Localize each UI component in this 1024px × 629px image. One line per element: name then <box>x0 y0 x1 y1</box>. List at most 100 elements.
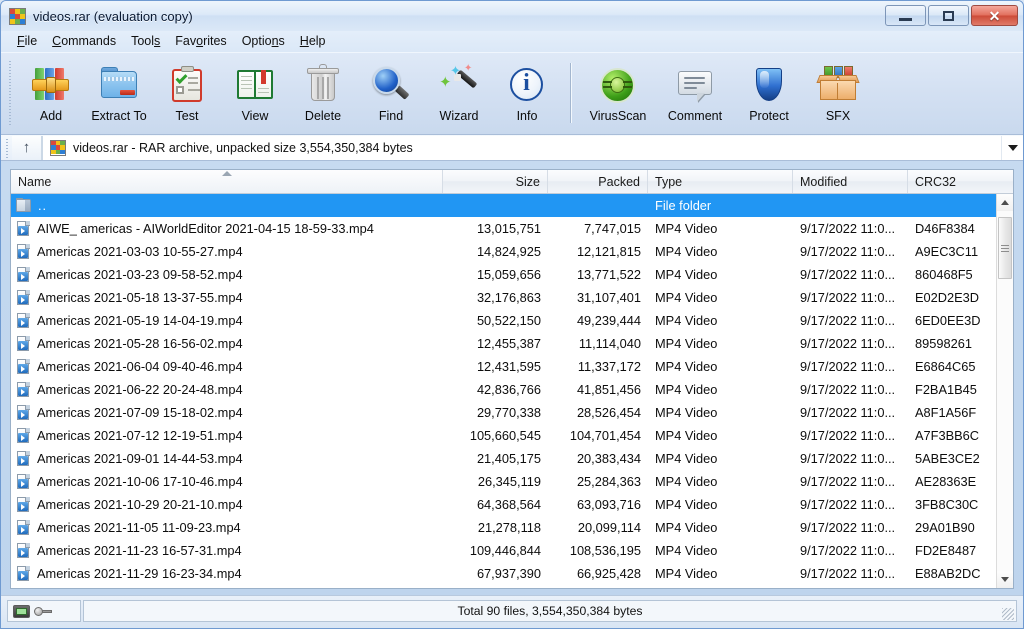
winrar-books-icon <box>9 7 26 25</box>
cell-name: AIWE_ americas - AIWorldEditor 2021-04-1… <box>11 220 443 237</box>
table-row[interactable]: Americas 2021-11-29 16-23-34.mp4 67,937,3… <box>11 562 1013 585</box>
cell-modified: 9/17/2022 11:0... <box>800 428 896 443</box>
column-header-type-label: Type <box>655 174 683 189</box>
column-header-type[interactable]: Type <box>648 170 793 193</box>
toolbar-find-button[interactable]: Find <box>357 59 425 131</box>
cell-size: 12,455,387 <box>476 336 541 351</box>
cell-packed: 11,337,172 <box>577 359 641 374</box>
table-row[interactable]: Americas 2021-05-19 14-04-19.mp4 50,522,1… <box>11 309 1013 332</box>
address-dropdown-button[interactable] <box>1001 135 1023 160</box>
table-row[interactable]: Americas 2021-05-28 16-56-02.mp4 12,455,3… <box>11 332 1013 355</box>
cell-name: Americas 2021-03-23 09-58-52.mp4 <box>11 266 443 283</box>
file-name-text: Americas 2021-11-05 11-09-23.mp4 <box>37 520 241 535</box>
table-row[interactable]: .. File folder <box>11 194 1013 217</box>
table-row[interactable]: Americas 2021-06-04 09-40-46.mp4 12,431,5… <box>11 355 1013 378</box>
table-row[interactable]: Americas 2021-03-03 10-55-27.mp4 14,824,9… <box>11 240 1013 263</box>
column-header-packed[interactable]: Packed <box>548 170 648 193</box>
menu-favorites[interactable]: Favorites <box>168 33 234 50</box>
up-one-level-button[interactable]: ↑ <box>12 135 42 160</box>
toolbar-view-button[interactable]: View <box>221 59 289 131</box>
cell-size: 21,278,118 <box>477 520 541 535</box>
table-row[interactable]: Americas 2021-11-23 16-57-31.mp4 109,446,… <box>11 539 1013 562</box>
toolbar-test-button[interactable]: Test <box>153 59 221 131</box>
status-total-text: Total 90 files, 3,554,350,384 bytes <box>457 604 643 618</box>
column-header-crc32-label: CRC32 <box>915 174 956 189</box>
resize-grip-icon[interactable] <box>1002 608 1014 620</box>
table-row[interactable]: Americas 2021-09-01 14-44-53.mp4 21,405,1… <box>11 447 1013 470</box>
menu-tools[interactable]: Tools <box>124 33 168 50</box>
cell-size: 21,405,175 <box>476 451 541 466</box>
menu-help[interactable]: Help <box>293 33 334 50</box>
toolbar-wizard-button[interactable]: ✦ ✦ ✦ Wizard <box>425 59 493 131</box>
cell-packed: 49,239,444 <box>576 313 641 328</box>
close-button[interactable]: ✕ <box>971 5 1018 26</box>
scrollbar-thumb[interactable] <box>998 217 1012 279</box>
cell-packed: 20,099,114 <box>577 520 641 535</box>
mp4-file-icon <box>16 243 31 260</box>
comment-bubble-icon <box>674 64 716 106</box>
table-row[interactable]: Americas 2021-10-06 17-10-46.mp4 26,345,1… <box>11 470 1013 493</box>
toolbar-virusscan-label: VirusScan <box>589 109 647 123</box>
address-bar: ↑ videos.rar - RAR archive, unpacked siz… <box>1 135 1023 161</box>
cell-size: 109,446,844 <box>469 543 541 558</box>
column-header-size[interactable]: Size <box>443 170 548 193</box>
toolbar-sfx-button[interactable]: SFX <box>804 59 872 131</box>
column-header-crc32[interactable]: CRC32 <box>908 170 1005 193</box>
key-icon[interactable] <box>34 604 52 618</box>
toolbar-extract-to-button[interactable]: Extract To <box>85 59 153 131</box>
cell-name: .. <box>11 198 443 213</box>
table-row[interactable]: Americas 2021-03-23 09-58-52.mp4 15,059,6… <box>11 263 1013 286</box>
table-row[interactable]: Americas 2021-05-18 13-37-55.mp4 32,176,8… <box>11 286 1013 309</box>
table-row[interactable]: Americas 2021-06-22 20-24-48.mp4 42,836,7… <box>11 378 1013 401</box>
toolbar-protect-button[interactable]: Protect <box>734 59 804 131</box>
add-archive-icon <box>30 64 72 106</box>
table-row[interactable]: AIWE_ americas - AIWorldEditor 2021-04-1… <box>11 217 1013 240</box>
cell-modified: 9/17/2022 11:0... <box>800 543 896 558</box>
table-row[interactable]: Americas 2021-10-29 20-21-10.mp4 64,368,5… <box>11 493 1013 516</box>
address-bar-grip[interactable] <box>4 137 10 158</box>
menu-file[interactable]: File <box>10 33 45 50</box>
scroll-up-button[interactable] <box>997 194 1013 211</box>
status-bar: Total 90 files, 3,554,350,384 bytes <box>1 595 1023 628</box>
file-list: Name Size Packed Type Modified CRC32 .. F… <box>10 169 1014 589</box>
file-name-text: Americas 2021-11-29 16-23-34.mp4 <box>37 566 242 581</box>
column-header-name[interactable]: Name <box>11 170 443 193</box>
maximize-button[interactable] <box>928 5 969 26</box>
title-bar[interactable]: videos.rar (evaluation copy) ✕ <box>1 1 1023 31</box>
toolbar-delete-button[interactable]: Delete <box>289 59 357 131</box>
toolbar-info-button[interactable]: i Info <box>493 59 561 131</box>
file-name-text: Americas 2021-10-06 17-10-46.mp4 <box>37 474 243 489</box>
cell-crc32: F2BA1B45 <box>915 382 977 397</box>
toolbar-virusscan-button[interactable]: VirusScan <box>580 59 656 131</box>
file-list-scrollbar[interactable] <box>996 194 1013 588</box>
file-name-text: Americas 2021-11-23 16-57-31.mp4 <box>37 543 242 558</box>
toolbar-grip[interactable] <box>7 59 14 125</box>
table-row[interactable]: Americas 2021-11-05 11-09-23.mp4 21,278,1… <box>11 516 1013 539</box>
cell-type: MP4 Video <box>655 221 718 236</box>
toolbar-add-button[interactable]: Add <box>17 59 85 131</box>
toolbar-find-label: Find <box>378 109 404 123</box>
minimize-button[interactable] <box>885 5 926 26</box>
drive-icon[interactable] <box>13 604 30 618</box>
cell-type: MP4 Video <box>655 543 718 558</box>
archive-path-field[interactable]: videos.rar - RAR archive, unpacked size … <box>42 135 1001 160</box>
cell-packed: 13,771,522 <box>576 267 641 282</box>
sort-ascending-icon <box>221 171 232 176</box>
column-header-modified[interactable]: Modified <box>793 170 908 193</box>
table-row[interactable]: Americas 2021-07-09 15-18-02.mp4 29,770,3… <box>11 401 1013 424</box>
cell-size: 105,660,545 <box>469 428 541 443</box>
info-circle-icon: i <box>506 64 548 106</box>
cell-packed: 41,851,456 <box>576 382 641 397</box>
toolbar-comment-button[interactable]: Comment <box>656 59 734 131</box>
scroll-down-button[interactable] <box>997 571 1013 588</box>
menu-options[interactable]: Options <box>235 33 293 50</box>
menu-commands[interactable]: Commands <box>45 33 124 50</box>
scrollbar-track[interactable] <box>997 211 1013 571</box>
cell-name: Americas 2021-11-29 16-23-34.mp4 <box>11 565 443 582</box>
toolbar-extract-to-label: Extract To <box>91 109 147 123</box>
table-row[interactable]: Americas 2021-07-12 12-19-51.mp4 105,660,… <box>11 424 1013 447</box>
mp4-file-icon <box>16 473 31 490</box>
mp4-file-icon <box>16 565 31 582</box>
toolbar-view-label: View <box>241 109 269 123</box>
toolbar-info-label: Info <box>516 109 538 123</box>
